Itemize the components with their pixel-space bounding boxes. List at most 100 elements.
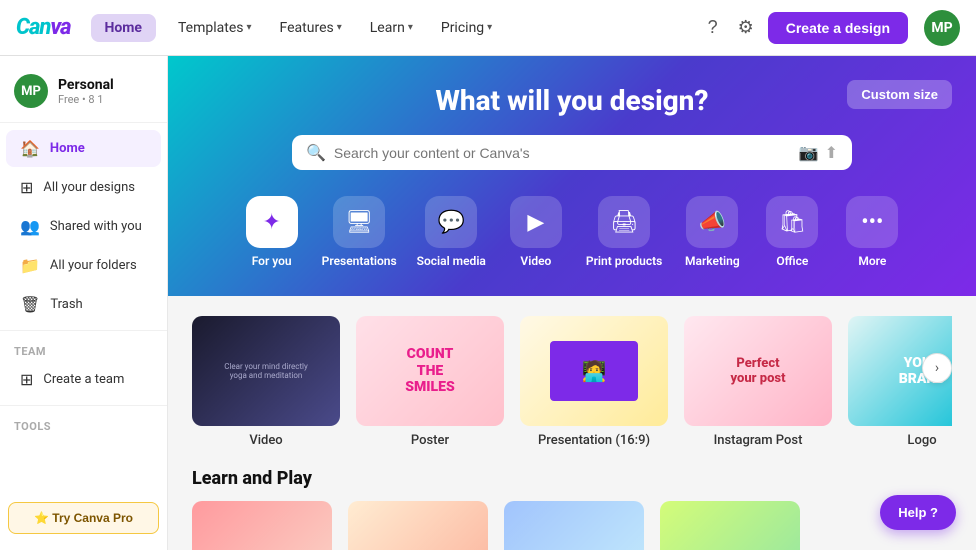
user-avatar[interactable]: MP [924, 10, 960, 46]
learn-card-1[interactable] [192, 501, 332, 550]
features-chevron-icon: ▾ [337, 22, 342, 33]
for-you-label: For you [252, 254, 292, 268]
sidebar-item-designs-label: All your designs [43, 180, 135, 195]
card-thumb-video: Clear your mind directlyyoga and meditat… [192, 316, 340, 426]
try-pro-button[interactable]: ⭐ Try Canva Pro [8, 502, 159, 534]
nav-home-button[interactable]: Home [91, 14, 156, 42]
shared-icon: 👥 [20, 217, 40, 236]
sidebar-item-home-label: Home [50, 141, 85, 156]
learn-card-2[interactable] [348, 501, 488, 550]
category-marketing[interactable]: 📣 Marketing [676, 192, 748, 272]
print-icon: 🖨 [610, 210, 638, 235]
video-icon-wrap: ▶ [510, 196, 562, 248]
learn-card-4[interactable] [660, 501, 800, 550]
search-icon: 🔍 [306, 143, 326, 162]
sidebar-divider-3 [0, 405, 167, 406]
presentations-icon: 🖥 [345, 210, 373, 235]
category-for-you[interactable]: ✦ For you [236, 192, 308, 272]
learn-section-title: Learn and Play [192, 468, 952, 489]
marketing-icon: 📣 [699, 210, 726, 235]
card-video-label: Video [192, 433, 340, 448]
sidebar-divider-2 [0, 330, 167, 331]
more-label: More [858, 254, 886, 268]
sidebar-item-folders-label: All your folders [50, 258, 137, 273]
category-social-media[interactable]: 💬 Social media [411, 192, 492, 272]
search-actions: 📷 ⬆ [799, 143, 838, 162]
learn-card-3[interactable] [504, 501, 644, 550]
poster-thumb-content: COUNTTHESMILES [405, 346, 454, 396]
more-icon: ••• [861, 210, 883, 235]
video-icon: ▶ [527, 210, 544, 235]
nav-learn[interactable]: Learn ▾ [360, 14, 423, 42]
sidebar-item-trash-label: Trash [50, 297, 82, 312]
category-presentations[interactable]: 🖥 Presentations [316, 192, 403, 272]
logo-text: Canva [16, 15, 71, 40]
video-thumb-content: Clear your mind directlyyoga and meditat… [218, 356, 314, 386]
print-label: Print products [586, 254, 662, 268]
office-icon-wrap: 🛍 [766, 196, 818, 248]
category-more[interactable]: ••• More [836, 192, 908, 272]
sidebar-item-folders[interactable]: 📁 All your folders [6, 247, 161, 284]
card-presentation[interactable]: 🧑‍💻 Presentation (16:9) [520, 316, 668, 448]
home-icon: 🏠 [20, 139, 40, 158]
tools-section-label: Tools [0, 412, 167, 435]
card-instagram[interactable]: Perfectyour post Instagram Post [684, 316, 832, 448]
top-navigation: Canva Home Templates ▾ Features ▾ Learn … [0, 0, 976, 56]
learn-cards-row [192, 501, 952, 550]
categories-row: ✦ For you 🖥 Presentations 💬 Social media [208, 192, 936, 272]
question-icon: ? [708, 17, 718, 38]
card-presentation-label: Presentation (16:9) [520, 433, 668, 448]
settings-icon-btn[interactable]: ⚙ [732, 11, 760, 44]
sidebar-divider-1 [0, 122, 167, 123]
sidebar-username: Personal [58, 77, 114, 93]
learn-chevron-icon: ▾ [408, 22, 413, 33]
category-video[interactable]: ▶ Video [500, 192, 572, 272]
sidebar-profile[interactable]: MP Personal Free • 8 1 [0, 64, 167, 116]
custom-size-button[interactable]: Custom size [847, 80, 952, 109]
sidebar-item-shared-label: Shared with you [50, 219, 142, 234]
search-input[interactable] [334, 145, 791, 161]
card-logo-label: Logo [848, 433, 952, 448]
camera-icon[interactable]: 📷 [799, 143, 819, 162]
category-print-products[interactable]: 🖨 Print products [580, 192, 668, 272]
sidebar-item-shared[interactable]: 👥 Shared with you [6, 208, 161, 245]
category-office[interactable]: 🛍 Office [756, 192, 828, 272]
sidebar-item-home[interactable]: 🏠 Home [6, 130, 161, 167]
help-icon-btn[interactable]: ? [702, 11, 724, 44]
sidebar-item-trash[interactable]: 🗑 Trash [6, 286, 161, 323]
card-poster[interactable]: COUNTTHESMILES Poster [356, 316, 504, 448]
card-video[interactable]: Clear your mind directlyyoga and meditat… [192, 316, 340, 448]
sidebar-item-all-designs[interactable]: ⊞ All your designs [6, 169, 161, 206]
card-thumb-presentation: 🧑‍💻 [520, 316, 668, 426]
instagram-thumb-content: Perfectyour post [730, 356, 785, 386]
nav-templates[interactable]: Templates ▾ [168, 14, 262, 42]
more-icon-wrap: ••• [846, 196, 898, 248]
learn-section: Learn and Play [168, 458, 976, 550]
card-thumb-poster: COUNTTHESMILES [356, 316, 504, 426]
for-you-icon-wrap: ✦ [246, 196, 298, 248]
design-cards-row: Clear your mind directlyyoga and meditat… [192, 316, 952, 448]
social-media-label: Social media [417, 254, 486, 268]
sidebar-bottom: ⭐ Try Canva Pro [0, 494, 167, 542]
upload-icon[interactable]: ⬆ [825, 143, 838, 162]
create-design-button[interactable]: Create a design [768, 12, 908, 44]
gear-icon: ⚙ [738, 17, 754, 38]
team-section-label: Team [0, 337, 167, 360]
office-label: Office [776, 254, 808, 268]
hero-section: What will you design? Custom size 🔍 📷 ⬆ … [168, 56, 976, 296]
social-media-icon-wrap: 💬 [425, 196, 477, 248]
help-button[interactable]: Help ? [880, 495, 956, 530]
card-instagram-label: Instagram Post [684, 433, 832, 448]
hero-title: What will you design? [208, 84, 936, 117]
sidebar-item-create-team[interactable]: ⊞ Create a team [6, 361, 161, 398]
nav-features[interactable]: Features ▾ [270, 14, 352, 42]
folder-icon: 📁 [20, 256, 40, 275]
nav-pricing[interactable]: Pricing ▾ [431, 14, 502, 42]
video-label: Video [520, 254, 551, 268]
cards-next-arrow[interactable]: › [922, 353, 952, 383]
create-team-icon: ⊞ [20, 370, 33, 389]
canva-logo[interactable]: Canva [16, 15, 71, 40]
sidebar-profile-info: Personal Free • 8 1 [58, 77, 114, 106]
design-cards-section: Clear your mind directlyyoga and meditat… [168, 296, 976, 458]
grid-icon: ⊞ [20, 178, 33, 197]
